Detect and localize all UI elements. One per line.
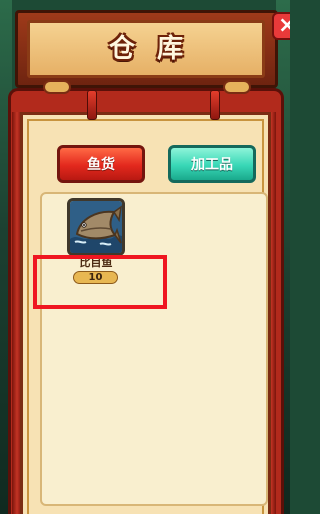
flounder-fish-illustration bbox=[70, 201, 122, 253]
right-scroll-ornament bbox=[223, 80, 251, 94]
selection-highlight bbox=[33, 255, 167, 309]
flounder-fish-icon[interactable] bbox=[67, 198, 125, 256]
tab-fish-goods[interactable]: 鱼货 bbox=[57, 145, 145, 183]
window-title: 仓库 bbox=[108, 34, 205, 64]
close-button[interactable]: × bbox=[272, 12, 290, 40]
tab-processed-goods[interactable]: 加工品 bbox=[168, 145, 256, 183]
left-hanging-tassel bbox=[87, 90, 97, 120]
left-scroll-ornament bbox=[43, 80, 71, 94]
right-hanging-tassel bbox=[210, 90, 220, 120]
